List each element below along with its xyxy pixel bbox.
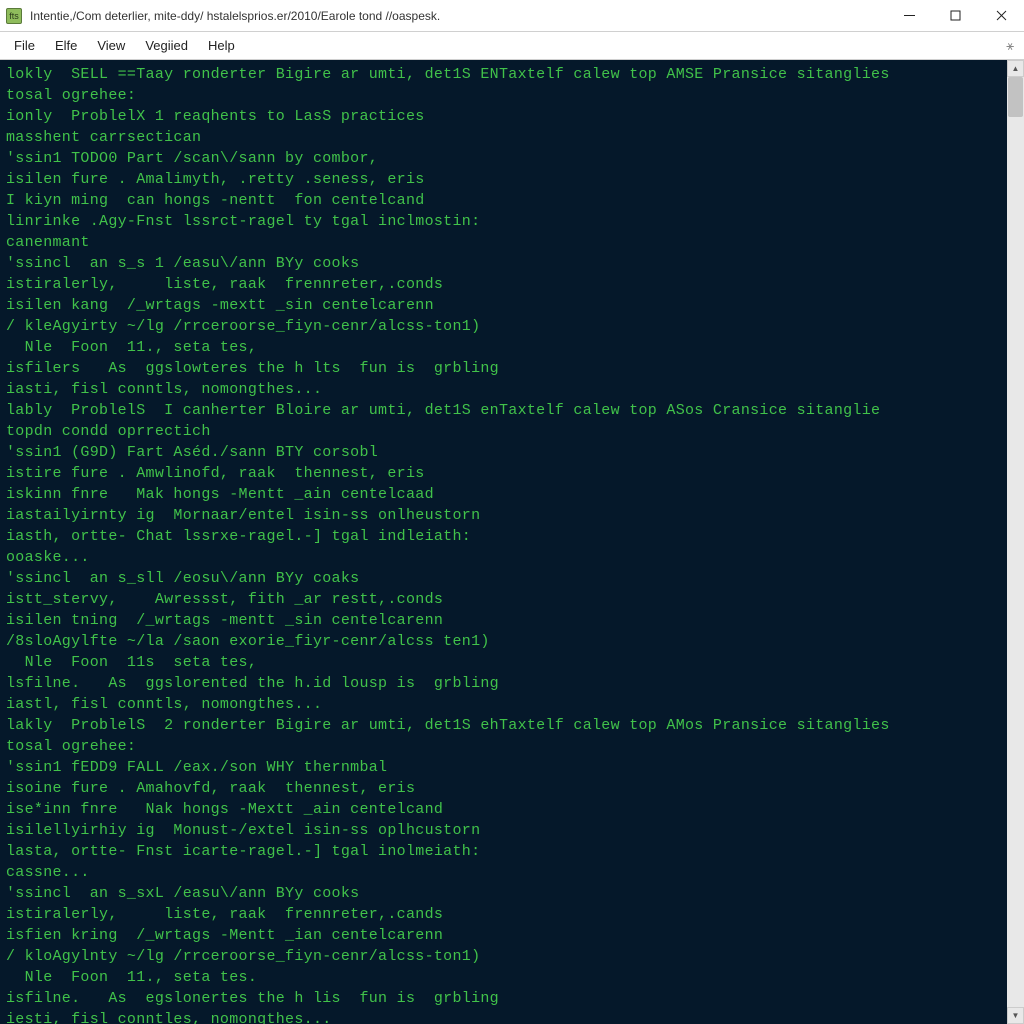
terminal-line: isfilne. As egslonertes the h lis fun is… xyxy=(6,988,1001,1009)
terminal-line: iasti, fisl conntls, nomongthes... xyxy=(6,379,1001,400)
terminal-line: ise*inn fnre Nak hongs -Mextt _ain cente… xyxy=(6,799,1001,820)
terminal-line: istiralerly, liste, raak frennreter,.con… xyxy=(6,274,1001,295)
terminal-line: iesti, fisl conntles, nomongthes... xyxy=(6,1009,1001,1024)
terminal-line: ionly ProblelX 1 reaqhents to LasS pract… xyxy=(6,106,1001,127)
terminal-line: istiralerly, liste, raak frennreter,.can… xyxy=(6,904,1001,925)
terminal-line: cassne... xyxy=(6,862,1001,883)
terminal-line: canenmant xyxy=(6,232,1001,253)
terminal-line: lokly SELL ==Taay ronderter Bigire ar um… xyxy=(6,64,1001,85)
terminal-line: I kiyn ming can hongs -nentt fon centelc… xyxy=(6,190,1001,211)
terminal-line: iastailyirnty ig Mornaar/entel isin-ss o… xyxy=(6,505,1001,526)
menu-file[interactable]: File xyxy=(4,34,45,57)
terminal-line: 'ssincl an s_s 1 /easu\/ann BYy cooks xyxy=(6,253,1001,274)
scrollbar-track[interactable] xyxy=(1007,77,1024,1007)
terminal-line: / kloAgylnty ~/lg /rrceroorse_fiyn-cenr/… xyxy=(6,946,1001,967)
terminal-line: lasta, ortte- Fnst icarte-ragel.-] tgal … xyxy=(6,841,1001,862)
terminal-line: Nle Foon 11., seta tes, xyxy=(6,337,1001,358)
terminal-line: 'ssin1 fEDD9 FALL /eax./son WHY thernmba… xyxy=(6,757,1001,778)
terminal-line: tosal ogrehee: xyxy=(6,736,1001,757)
scroll-up-button[interactable]: ▲ xyxy=(1007,60,1024,77)
terminal-line: 'ssin1 (G9D) Fart Aséd./sann BTY corsobl xyxy=(6,442,1001,463)
terminal-output[interactable]: lokly SELL ==Taay ronderter Bigire ar um… xyxy=(0,60,1007,1024)
scrollbar-thumb[interactable] xyxy=(1008,77,1023,117)
menu-view[interactable]: View xyxy=(87,34,135,57)
terminal-line: isfilers As ggslowteres the h lts fun is… xyxy=(6,358,1001,379)
terminal-line: 'ssincl an s_sxL /easu\/ann BYy cooks xyxy=(6,883,1001,904)
terminal-line: lsfilne. As ggslorented the h.id lousp i… xyxy=(6,673,1001,694)
terminal-line: tosal ogrehee: xyxy=(6,85,1001,106)
close-button[interactable] xyxy=(978,0,1024,31)
terminal-container: lokly SELL ==Taay ronderter Bigire ar um… xyxy=(0,60,1024,1024)
terminal-line: / kleAgyirty ~/lg /rrceroorse_fiyn-cenr/… xyxy=(6,316,1001,337)
maximize-button[interactable] xyxy=(932,0,978,31)
menu-extra-icon[interactable]: ⚹ xyxy=(1006,38,1020,54)
window-controls xyxy=(886,0,1024,31)
terminal-line: lakly ProblelS 2 ronderter Bigire ar umt… xyxy=(6,715,1001,736)
scrollbar[interactable]: ▲ ▼ xyxy=(1007,60,1024,1024)
terminal-line: isilen fure . Amalimyth, .retty .seness,… xyxy=(6,169,1001,190)
terminal-line: linrinke .Agy-Fnst lssrct-ragel ty tgal … xyxy=(6,211,1001,232)
terminal-line: /8sloAgylfte ~/la /saon exorie_fiyr-cenr… xyxy=(6,631,1001,652)
terminal-line: isilen tning /_wrtags -mentt _sin centel… xyxy=(6,610,1001,631)
minimize-button[interactable] xyxy=(886,0,932,31)
menu-elfe[interactable]: Elfe xyxy=(45,34,87,57)
terminal-line: iastl, fisl conntls, nomongthes... xyxy=(6,694,1001,715)
terminal-line: isilellyirhiy ig Monust-/extel isin-ss o… xyxy=(6,820,1001,841)
terminal-line: Nle Foon 11., seta tes. xyxy=(6,967,1001,988)
terminal-line: iskinn fnre Mak hongs -Mentt _ain centel… xyxy=(6,484,1001,505)
scroll-down-button[interactable]: ▼ xyxy=(1007,1007,1024,1024)
terminal-line: 'ssin1 TODO0 Part /scan\/sann by combor, xyxy=(6,148,1001,169)
terminal-line: isfien kring /_wrtags -Mentt _ian centel… xyxy=(6,925,1001,946)
terminal-line: ooaske... xyxy=(6,547,1001,568)
menu-bar: File Elfe View Vegiied Help ⚹ xyxy=(0,32,1024,60)
terminal-line: istire fure . Amwlinofd, raak thennest, … xyxy=(6,463,1001,484)
window-title: Intentie,/Com deterlier, mite-ddy/ hstal… xyxy=(30,9,886,23)
terminal-line: lably ProblelS I canherter Bloire ar umt… xyxy=(6,400,1001,421)
terminal-line: Nle Foon 11s seta tes, xyxy=(6,652,1001,673)
terminal-line: topdn condd oprrectich xyxy=(6,421,1001,442)
title-bar: fts Intentie,/Com deterlier, mite-ddy/ h… xyxy=(0,0,1024,32)
terminal-line: istt_stervy, Awressst, fith _ar restt,.c… xyxy=(6,589,1001,610)
app-icon: fts xyxy=(6,8,22,24)
terminal-line: masshent carrsectican xyxy=(6,127,1001,148)
terminal-line: isoine fure . Amahovfd, raak thennest, e… xyxy=(6,778,1001,799)
terminal-line: 'ssincl an s_sll /eosu\/ann BYy coaks xyxy=(6,568,1001,589)
menu-help[interactable]: Help xyxy=(198,34,245,57)
menu-vegiied[interactable]: Vegiied xyxy=(135,34,198,57)
terminal-line: isilen kang /_wrtags -mextt _sin centelc… xyxy=(6,295,1001,316)
terminal-line: iasth, ortte- Chat lssrxe-ragel.-] tgal … xyxy=(6,526,1001,547)
